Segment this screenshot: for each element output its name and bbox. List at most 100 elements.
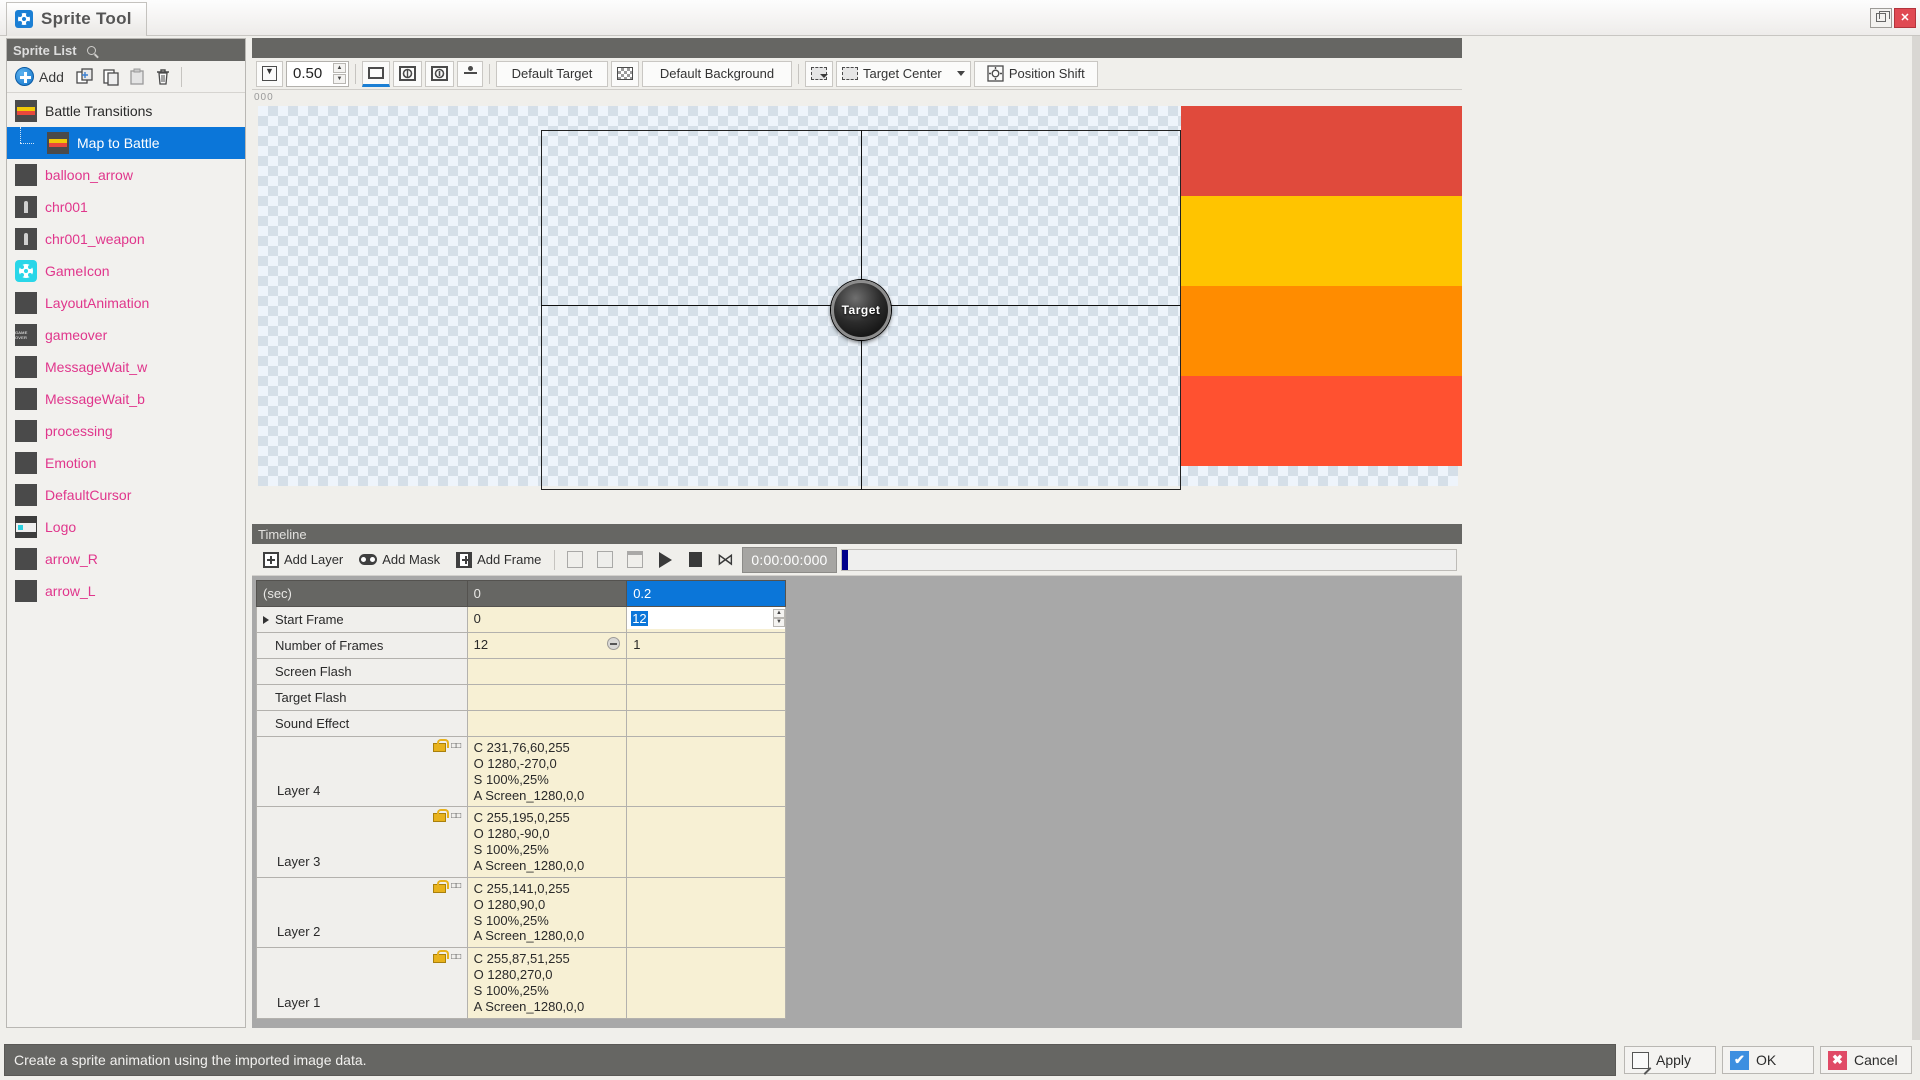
unlock-icon[interactable] xyxy=(433,739,444,752)
default-background-button[interactable]: Default Background xyxy=(642,61,792,87)
show-character-button[interactable] xyxy=(457,61,483,87)
default-target-button[interactable]: Default Target xyxy=(496,61,608,87)
layer-keyframe-cell[interactable] xyxy=(627,948,786,1018)
target-center-dropdown[interactable]: Target Center xyxy=(836,61,971,87)
eye-icon[interactable]: ☐☐ xyxy=(451,810,461,822)
add-mask-button[interactable]: Add Mask xyxy=(353,547,446,573)
paste-sprite-button[interactable] xyxy=(126,66,148,88)
property-value-cell[interactable] xyxy=(467,685,627,711)
copy-frame-button[interactable] xyxy=(562,547,588,573)
property-value-cell[interactable]: 12▲▼ xyxy=(627,607,786,633)
paste-frame-button[interactable] xyxy=(592,547,618,573)
sprite-list-item[interactable]: DefaultCursor xyxy=(7,479,245,511)
sprite-list-item[interactable]: GAME OVERgameover xyxy=(7,319,245,351)
sprite-list-item[interactable]: balloon_arrow xyxy=(7,159,245,191)
zoom-field[interactable]: 0.50 ▲ ▼ xyxy=(286,61,349,87)
ok-button[interactable]: ✔ OK xyxy=(1722,1046,1814,1074)
sprite-list-item[interactable]: arrow_R xyxy=(7,543,245,575)
layer-keyframe-cell[interactable] xyxy=(627,877,786,947)
sprite-list[interactable]: Battle TransitionsMap to Battleballoon_a… xyxy=(7,93,245,1027)
show-center-button[interactable] xyxy=(425,61,454,87)
sprite-list-item[interactable]: MessageWait_w xyxy=(7,351,245,383)
zoom-down-icon[interactable]: ▼ xyxy=(333,74,346,84)
unlock-icon[interactable] xyxy=(433,880,444,893)
show-grid-button[interactable] xyxy=(393,61,422,87)
zoom-stepper[interactable]: ▲ ▼ xyxy=(333,63,346,84)
sprite-list-item[interactable]: chr001_weapon xyxy=(7,223,245,255)
timeline-frame-header[interactable]: 0 xyxy=(467,581,627,607)
position-shift-button[interactable]: Position Shift xyxy=(974,61,1098,87)
canvas-checkerboard[interactable]: Target xyxy=(258,106,1458,486)
stepper-up-icon[interactable]: ▲ xyxy=(773,609,785,618)
layer-keyframe-cell[interactable]: C 231,76,60,255O 1280,-270,0S 100%,25%A … xyxy=(467,737,627,807)
stepper-down-icon[interactable]: ▼ xyxy=(773,618,785,627)
eye-icon[interactable]: ☐☐ xyxy=(451,880,461,892)
sprite-list-item[interactable]: chr001 xyxy=(7,191,245,223)
eye-icon[interactable]: ☐☐ xyxy=(451,951,461,963)
playhead[interactable] xyxy=(842,550,848,570)
layer-keyframe-cell[interactable] xyxy=(627,737,786,807)
delete-frame-button[interactable] xyxy=(622,547,648,573)
property-value-cell[interactable] xyxy=(467,659,627,685)
property-value-cell[interactable]: 0 xyxy=(467,607,627,633)
show-frame-button[interactable] xyxy=(362,61,390,87)
layer-label-cell[interactable]: ☐☐Layer 3 xyxy=(257,807,468,877)
start-frame-stepper[interactable]: ▲▼ xyxy=(773,609,785,627)
delete-sprite-button[interactable] xyxy=(152,66,174,88)
sprite-list-item[interactable]: LayoutAnimation xyxy=(7,287,245,319)
zoom-up-icon[interactable]: ▲ xyxy=(333,63,346,73)
eye-icon[interactable]: ☐☐ xyxy=(451,740,461,752)
apply-button[interactable]: Apply xyxy=(1624,1046,1716,1074)
property-value-cell[interactable]: 1 xyxy=(627,633,786,659)
property-value-cell[interactable] xyxy=(627,711,786,737)
add-frame-button[interactable]: Add Frame xyxy=(450,547,547,573)
timeline-scrubber[interactable] xyxy=(841,549,1457,571)
layer-keyframe-cell[interactable]: C 255,195,0,255O 1280,-90,0S 100%,25%A S… xyxy=(467,807,627,877)
layer-label-cell[interactable]: ☐☐Layer 1 xyxy=(257,948,468,1018)
fit-to-window-button[interactable] xyxy=(256,61,283,87)
property-value-cell[interactable] xyxy=(627,685,786,711)
play-button[interactable] xyxy=(652,547,678,573)
timeline-property-row: Screen Flash xyxy=(257,659,786,685)
canvas-area[interactable]: 000 Target xyxy=(252,90,1462,524)
layer-label-cell[interactable]: ☐☐Layer 4 xyxy=(257,737,468,807)
property-value-cell[interactable] xyxy=(467,711,627,737)
stop-button[interactable] xyxy=(682,547,708,573)
layer-keyframe-cell[interactable]: C 255,87,51,255O 1280,270,0S 100%,25%A S… xyxy=(467,948,627,1018)
close-button[interactable]: ✕ xyxy=(1894,8,1916,28)
expand-arrow-icon[interactable] xyxy=(263,616,269,624)
sprite-list-item[interactable]: Map to Battle xyxy=(7,127,245,159)
toolbar-divider-3 xyxy=(798,64,799,84)
restore-button[interactable] xyxy=(1870,8,1892,28)
position-button[interactable] xyxy=(805,61,833,87)
property-value-cell[interactable]: 12 xyxy=(467,633,627,659)
sprite-list-item[interactable]: arrow_L xyxy=(7,575,245,607)
sprite-list-item[interactable]: MessageWait_b xyxy=(7,383,245,415)
layer-keyframe-cell[interactable] xyxy=(627,807,786,877)
timeline-frame-header[interactable]: 0.2 xyxy=(627,581,786,607)
layer-label-cell[interactable]: ☐☐Layer 2 xyxy=(257,877,468,947)
sprite-list-item[interactable]: processing xyxy=(7,415,245,447)
background-image-button[interactable] xyxy=(611,61,639,87)
add-sprite-button[interactable]: Add xyxy=(13,65,70,88)
sprite-list-item[interactable]: Battle Transitions xyxy=(7,95,245,127)
window-tab[interactable]: Sprite Tool xyxy=(6,2,147,36)
loop-button[interactable]: ⋈ xyxy=(712,547,738,573)
unlock-icon[interactable] xyxy=(433,809,444,822)
sprite-list-item-label: Logo xyxy=(45,519,76,535)
chevron-down-icon[interactable] xyxy=(957,71,965,76)
sprite-search-box[interactable] xyxy=(87,42,239,58)
unlock-icon[interactable] xyxy=(433,950,444,963)
sprite-list-item[interactable]: Emotion xyxy=(7,447,245,479)
copy-sprite-button[interactable] xyxy=(100,66,122,88)
add-layer-button[interactable]: Add Layer xyxy=(257,547,349,573)
cancel-button[interactable]: ✖ Cancel xyxy=(1820,1046,1912,1074)
target-marker[interactable]: Target xyxy=(831,280,891,340)
decrement-icon[interactable] xyxy=(607,637,620,650)
duplicate-sprite-button[interactable] xyxy=(74,66,96,88)
property-value-cell[interactable] xyxy=(627,659,786,685)
layer-keyframe-cell[interactable]: C 255,141,0,255O 1280,90,0S 100%,25%A Sc… xyxy=(467,877,627,947)
sprite-list-item[interactable]: GameIcon xyxy=(7,255,245,287)
sprite-list-item[interactable]: Logo xyxy=(7,511,245,543)
start-frame-input[interactable]: 12▲▼ xyxy=(627,607,785,629)
